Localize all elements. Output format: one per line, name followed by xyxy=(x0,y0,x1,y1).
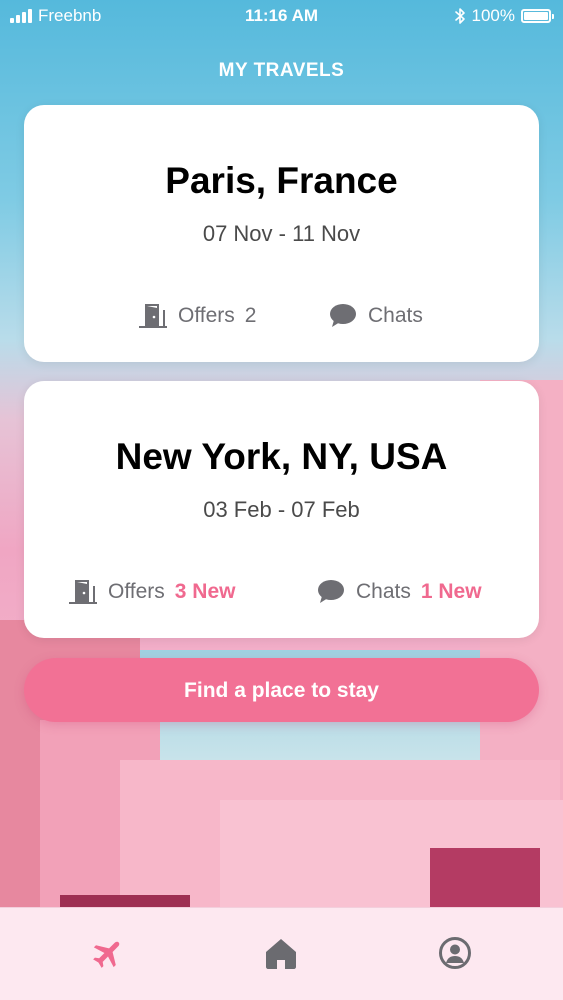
chats-new-badge: 1 New xyxy=(420,580,482,603)
trip-actions: Offers 3 New Chats 1 New xyxy=(24,577,539,607)
door-icon xyxy=(136,301,170,331)
offers-button[interactable]: Offers 3 New xyxy=(66,577,236,607)
tab-bar xyxy=(0,907,563,1000)
trip-card[interactable]: Paris, France 07 Nov - 11 Nov Offers 2 C… xyxy=(24,105,539,362)
tab-trips[interactable] xyxy=(83,928,133,978)
chat-bubble-icon xyxy=(326,301,360,331)
status-right: 100% xyxy=(454,6,554,26)
offers-new-badge: 3 New xyxy=(174,580,236,603)
chats-label: Chats xyxy=(356,580,411,603)
offers-count: 2 xyxy=(244,304,257,327)
find-place-button[interactable]: Find a place to stay xyxy=(24,658,539,722)
chats-button[interactable]: Chats xyxy=(326,301,423,331)
chats-button[interactable]: Chats 1 New xyxy=(314,577,482,607)
bluetooth-icon xyxy=(454,8,465,24)
offers-label: Offers xyxy=(178,304,235,327)
trip-card[interactable]: New York, NY, USA 03 Feb - 07 Feb Offers xyxy=(24,381,539,638)
trip-city: Paris, France xyxy=(165,160,398,201)
chat-bubble-icon xyxy=(314,577,348,607)
trip-dates: 03 Feb - 07 Feb xyxy=(203,497,360,522)
trip-actions: Offers 2 Chats xyxy=(24,301,539,331)
trip-dates: 07 Nov - 11 Nov xyxy=(202,221,361,246)
offers-button[interactable]: Offers 2 xyxy=(136,301,256,331)
offers-label: Offers xyxy=(108,580,165,603)
chats-label: Chats xyxy=(368,304,423,327)
battery-icon xyxy=(521,9,554,23)
battery-percent: 100% xyxy=(471,6,515,25)
tab-profile[interactable] xyxy=(430,928,480,978)
home-icon xyxy=(266,939,296,969)
door-icon xyxy=(66,577,100,607)
screen: Freebnb 11:16 AM 100% MY TRAVELS Paris, … xyxy=(0,0,563,1000)
tab-home[interactable] xyxy=(256,928,306,978)
trip-city: New York, NY, USA xyxy=(115,436,448,477)
page-title: MY TRAVELS xyxy=(218,60,345,81)
airplane-icon xyxy=(93,941,120,968)
user-circle-icon xyxy=(439,937,471,969)
status-bar: Freebnb 11:16 AM 100% xyxy=(0,0,563,34)
